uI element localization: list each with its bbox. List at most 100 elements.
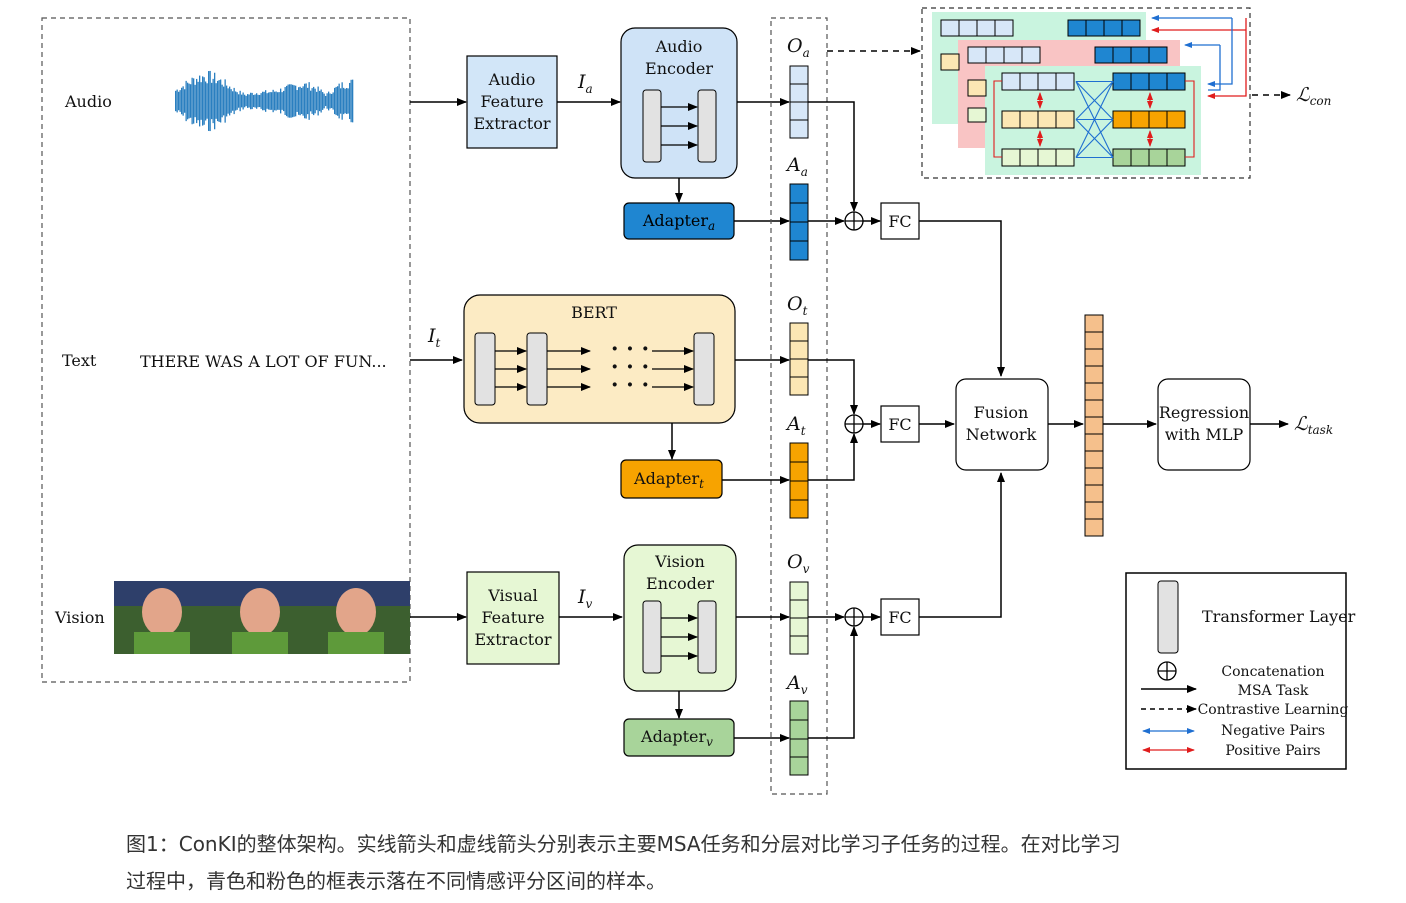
waveform-bar: [313, 86, 315, 116]
waveform-bar: [193, 78, 195, 124]
vision-encoder-line2: Encoder: [646, 574, 714, 593]
waveform-bar: [179, 90, 181, 112]
contrastive-cell-vision-a: [1148, 148, 1168, 167]
waveform-bar: [178, 91, 180, 111]
fusion-vector-cell: [1084, 348, 1104, 367]
waveform-bar: [307, 87, 309, 115]
contrastive-cell-audio-a: [1148, 46, 1168, 64]
contrastive-cell-audio-o: [940, 19, 960, 37]
waveform-bar: [197, 81, 199, 121]
waveform-bar: [316, 91, 318, 111]
waveform-bar: [208, 71, 210, 131]
contrastive-cell-audio-o: [1019, 72, 1039, 91]
legend-negative-label: Negative Pairs: [1221, 723, 1325, 739]
waveform-bar: [230, 89, 232, 113]
waveform-bar: [262, 91, 264, 111]
waveform-bar: [296, 90, 298, 112]
waveform-bar: [200, 82, 202, 120]
waveform-bar: [215, 83, 217, 119]
waveform-bar: [329, 93, 331, 109]
fusion-vector-cell: [1084, 365, 1104, 384]
waveform-bar: [196, 78, 198, 124]
waveform-bar: [295, 85, 297, 117]
legend-concat-icon: [1157, 661, 1177, 681]
symbol-I-a: Ia: [577, 71, 593, 96]
waveform-bar: [251, 92, 253, 110]
contrastive-cell-vision-o: [1055, 148, 1075, 167]
legend-transformer-label: Transformer Layer: [1202, 607, 1356, 626]
contrastive-cell-audio-a: [1148, 72, 1168, 91]
contrastive-cell-audio-a: [1085, 19, 1105, 37]
contrastive-cell-audio-a: [1130, 72, 1150, 91]
waveform-bar: [319, 90, 321, 112]
waveform-bar: [314, 88, 316, 114]
waveform-bar: [275, 91, 277, 111]
contrastive-cell-text-o: [940, 53, 960, 71]
regression-line2: with MLP: [1165, 425, 1244, 444]
contrastive-cell-text-a: [1130, 110, 1150, 129]
waveform-bar: [250, 92, 252, 110]
contrastive-cell-audio-o: [994, 19, 1014, 37]
audio-input-label: Audio: [64, 92, 112, 111]
contrastive-cell-audio-o: [985, 46, 1005, 64]
waveform-bar: [280, 88, 282, 114]
fusion-vector-cell: [1084, 416, 1104, 435]
contrastive-cell-text-o: [1019, 110, 1039, 129]
waveform-bar: [256, 93, 258, 109]
waveform-bar: [217, 80, 219, 122]
waveform-bar: [290, 84, 292, 118]
waveform-bar: [253, 94, 255, 108]
contrastive-cell-vision-o: [1001, 148, 1021, 167]
symbol-O-t: Ot: [787, 293, 808, 318]
waveform-bar: [305, 83, 307, 119]
waveform-bar: [311, 88, 313, 114]
video-frames: [114, 581, 410, 654]
waveform-bar: [343, 87, 345, 115]
waveform-bar: [272, 89, 274, 113]
audio-encoder-line1: Audio: [655, 37, 703, 56]
contrastive-cell-audio-o: [1021, 46, 1041, 64]
vector-A-v: [789, 700, 809, 776]
contrastive-cell-audio-a: [1130, 46, 1150, 64]
concat-symbol-vision: [844, 607, 864, 627]
vector-O-t: [789, 322, 809, 396]
waveform-bar: [350, 79, 352, 123]
waveform-bar: [190, 84, 192, 118]
vision-adapter-label: Adapterv: [640, 727, 713, 749]
waveform-bar: [352, 79, 354, 123]
symbol-I-v: Iv: [577, 586, 593, 611]
fusion-line2: Network: [966, 425, 1037, 444]
waveform-bar: [232, 91, 234, 111]
waveform-bar: [277, 92, 279, 110]
waveform-bar: [223, 86, 225, 116]
vector-A-t: [789, 442, 809, 519]
symbol-O-a: Oa: [787, 35, 810, 60]
audio-encoder-line2: Encoder: [645, 59, 713, 78]
waveform-bar: [184, 89, 186, 113]
figure-caption: 图1：ConKI的整体架构。实线箭头和虚线箭头分别表示主要MSA任务和分层对比学…: [126, 826, 1306, 900]
caption-line-1: 图1：ConKI的整体架构。实线箭头和虚线箭头分别表示主要MSA任务和分层对比学…: [126, 832, 1121, 856]
waveform-bar: [283, 90, 285, 112]
waveform-bar: [289, 84, 291, 118]
waveform-bar: [212, 78, 214, 124]
waveform-bar: [229, 86, 231, 116]
waveform-bar: [188, 83, 190, 119]
text-adapter-label: Adaptert: [633, 469, 704, 491]
contrastive-cell-audio-a: [1112, 46, 1132, 64]
waveform-bar: [332, 92, 334, 110]
waveform-bar: [236, 92, 238, 110]
waveform-bar: [221, 84, 223, 118]
waveform-bar: [287, 84, 289, 118]
contrastive-cell-audio-a: [1103, 19, 1123, 37]
vision-transformer-layer-2: [697, 600, 717, 674]
contrastive-cell-vision-o: [1037, 148, 1057, 167]
waveform-bar: [218, 80, 220, 122]
visual-extractor-line2: Feature: [481, 608, 544, 627]
waveform-bar: [175, 90, 177, 112]
symbol-A-t: At: [785, 413, 806, 438]
fc-vision-label: FC: [888, 608, 911, 627]
waveform-bar: [241, 94, 243, 108]
contrastive-cell-vision-o: [1019, 148, 1039, 167]
waveform-bar: [203, 77, 205, 125]
waveform-bar: [320, 89, 322, 113]
